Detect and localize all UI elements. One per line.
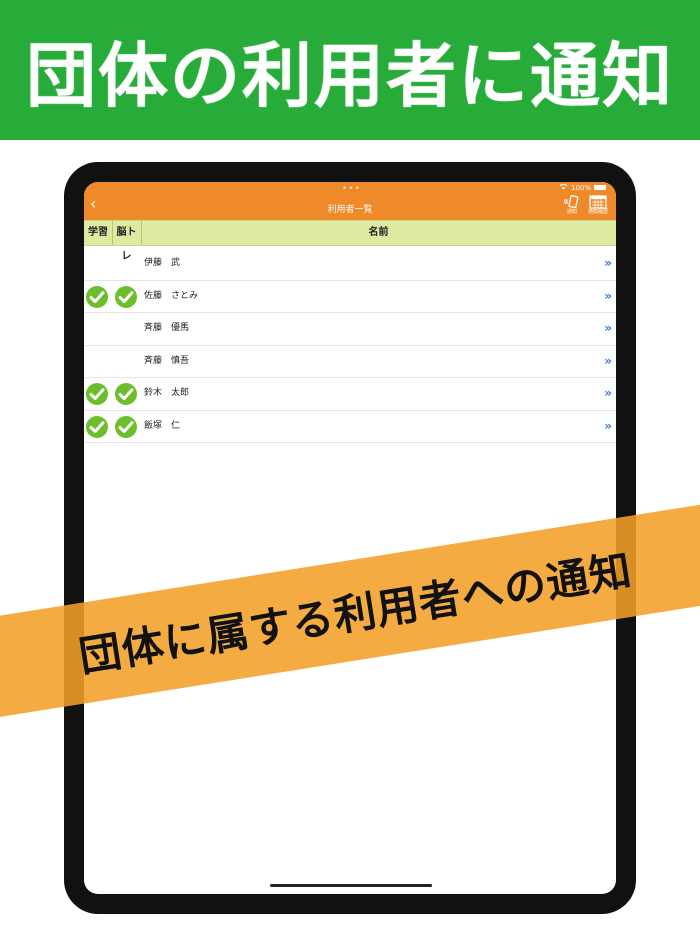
brain-check-icon [115,383,137,405]
user-name: 伊藤 武 [144,258,181,268]
user-name: 鈴木 太郎 [144,388,190,398]
double-chevron-right-icon: » [604,288,612,303]
table-row[interactable]: 鈴木 太郎 » [84,378,616,411]
banner-title: 団体の利用者に通知 [26,34,674,117]
user-list: 伊藤 武 » 佐藤 さとみ » 斉藤 優馬 » 斉藤 慎吾 » 鈴木 太郎 » 飯塚 仁 » [84,248,616,443]
notify-button[interactable]: 通知 [560,195,584,219]
table-row[interactable]: 斉藤 慎吾 » [84,346,616,378]
double-chevron-right-icon: » [604,418,612,433]
table-row[interactable]: 飯塚 仁 » [84,411,616,443]
study-check-icon [86,383,108,405]
wifi-icon [559,183,568,192]
notify-history-label: 通知履歴 [587,209,608,215]
column-name: 名前 [368,227,389,238]
notify-label: 通知 [566,209,577,215]
home-indicator [270,884,432,887]
page-title: 利用者一覧 [327,205,373,215]
battery-percent: 100% [570,183,591,192]
study-check-icon [86,285,108,308]
brain-check-icon [115,285,137,308]
app-header: ••• 100% ‹ 利用者一覧 通知 通知履歴 [84,182,616,220]
user-name: 飯塚 仁 [144,420,181,431]
status-bar: 100% [559,183,606,192]
user-name: 斉藤 優馬 [144,323,190,333]
column-study: 学習 [84,221,113,245]
table-row[interactable]: 伊藤 武 » [84,248,616,281]
table-row[interactable]: 佐藤 さとみ » [84,281,616,313]
double-chevron-right-icon: » [604,353,612,368]
multitask-dots: ••• [342,184,361,194]
notify-history-button[interactable]: 通知履歴 [586,195,610,219]
phone-notify-icon [564,195,579,209]
study-check-icon [86,415,108,438]
table-header: 学習 脳トレ 名前 [84,220,616,262]
brain-check-icon [115,415,137,438]
user-name: 斉藤 慎吾 [144,355,190,366]
double-chevron-right-icon: » [604,386,612,400]
calendar-history-icon [589,195,607,209]
double-chevron-right-icon: » [604,256,612,270]
user-name: 佐藤 さとみ [144,290,199,301]
top-banner: 団体の利用者に通知 [0,0,700,140]
table-row[interactable]: 斉藤 優馬 » [84,313,616,346]
column-brain-training: 脳トレ [112,221,142,262]
battery-icon [594,185,606,190]
double-chevron-right-icon: » [604,321,612,335]
